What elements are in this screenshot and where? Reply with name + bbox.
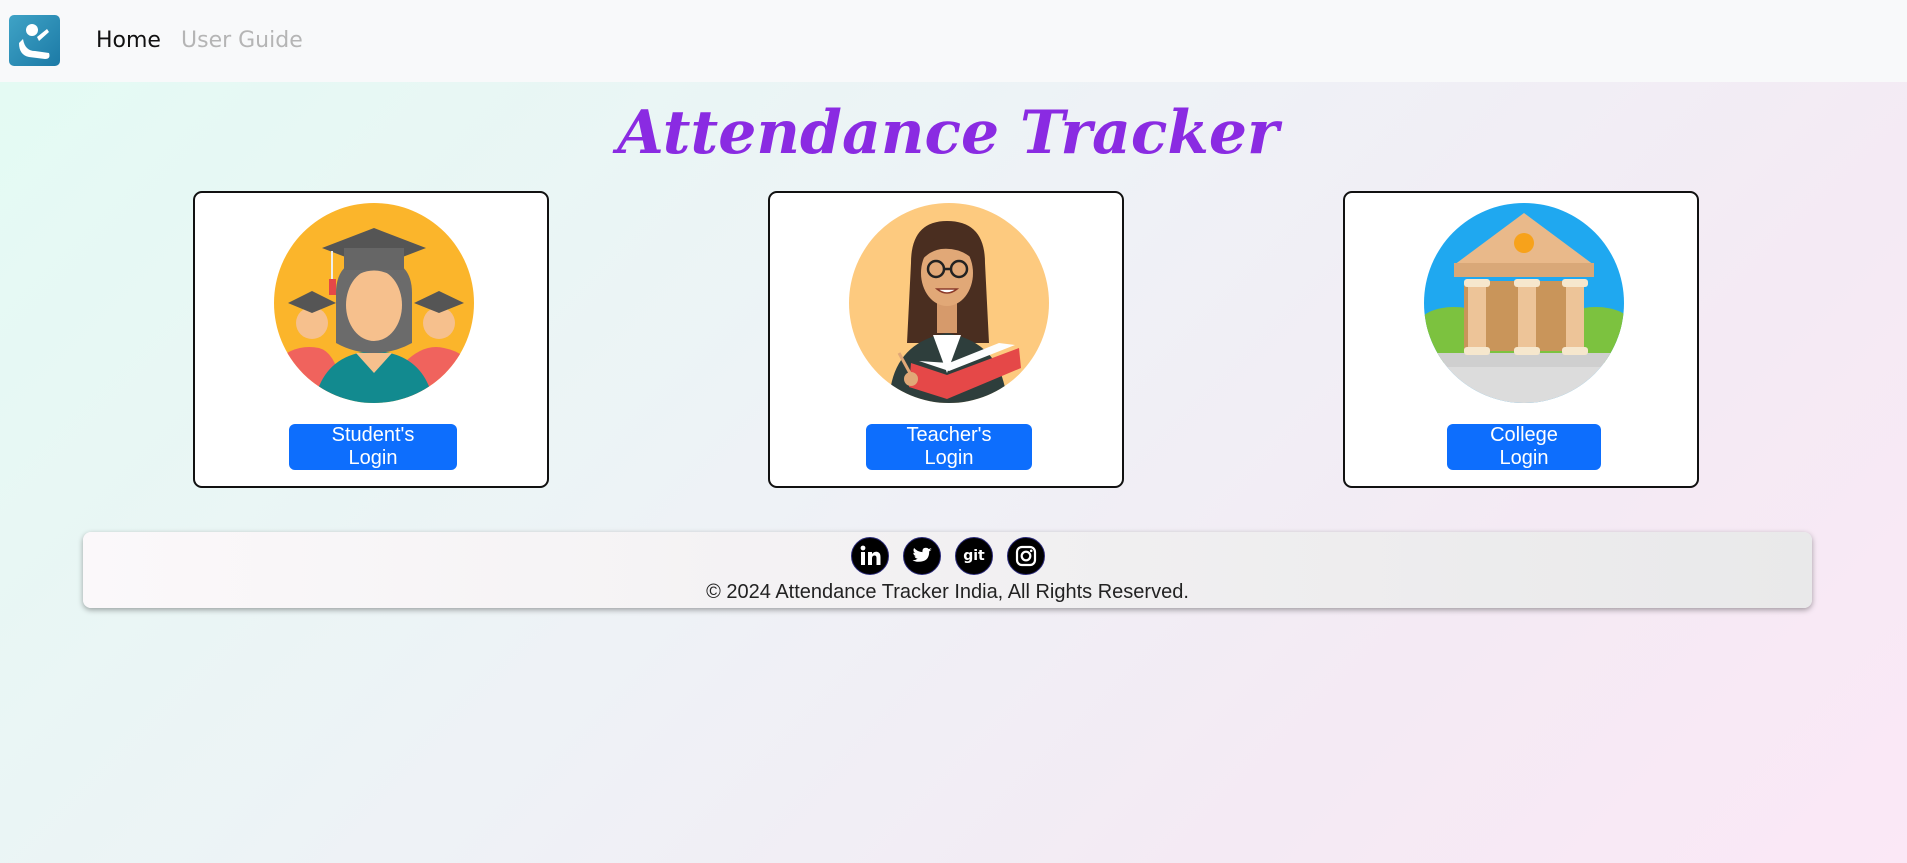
- page-title: Attendance Tracker: [617, 98, 1279, 168]
- copyright-text: © 2024 Attendance Tracker India, All Rig…: [706, 581, 1189, 603]
- instagram-icon[interactable]: [1006, 537, 1045, 575]
- college-login-button[interactable]: College Login: [1447, 424, 1601, 470]
- social-links: git: [83, 537, 1812, 575]
- navbar: Home User Guide: [0, 0, 1907, 82]
- twitter-icon[interactable]: [902, 537, 941, 575]
- college-card: College Login: [1343, 191, 1699, 488]
- teacher-illustration: [849, 203, 1049, 403]
- student-card: Student's Login: [193, 191, 549, 488]
- graduates-illustration: [274, 203, 474, 403]
- nav-home-link[interactable]: Home: [96, 26, 161, 56]
- github-icon[interactable]: git: [954, 537, 993, 575]
- college-building-illustration: [1424, 203, 1624, 403]
- teacher-login-button[interactable]: Teacher's Login: [866, 424, 1032, 470]
- git-label: git: [963, 548, 985, 564]
- linkedin-icon[interactable]: [850, 537, 889, 575]
- nav-user-guide-link[interactable]: User Guide: [181, 26, 303, 56]
- attendance-logo-icon[interactable]: [9, 15, 60, 66]
- student-login-button[interactable]: Student's Login: [289, 424, 457, 470]
- footer: git © 2024 Attendance Tracker India, All…: [83, 532, 1812, 608]
- teacher-card: Teacher's Login: [768, 191, 1124, 488]
